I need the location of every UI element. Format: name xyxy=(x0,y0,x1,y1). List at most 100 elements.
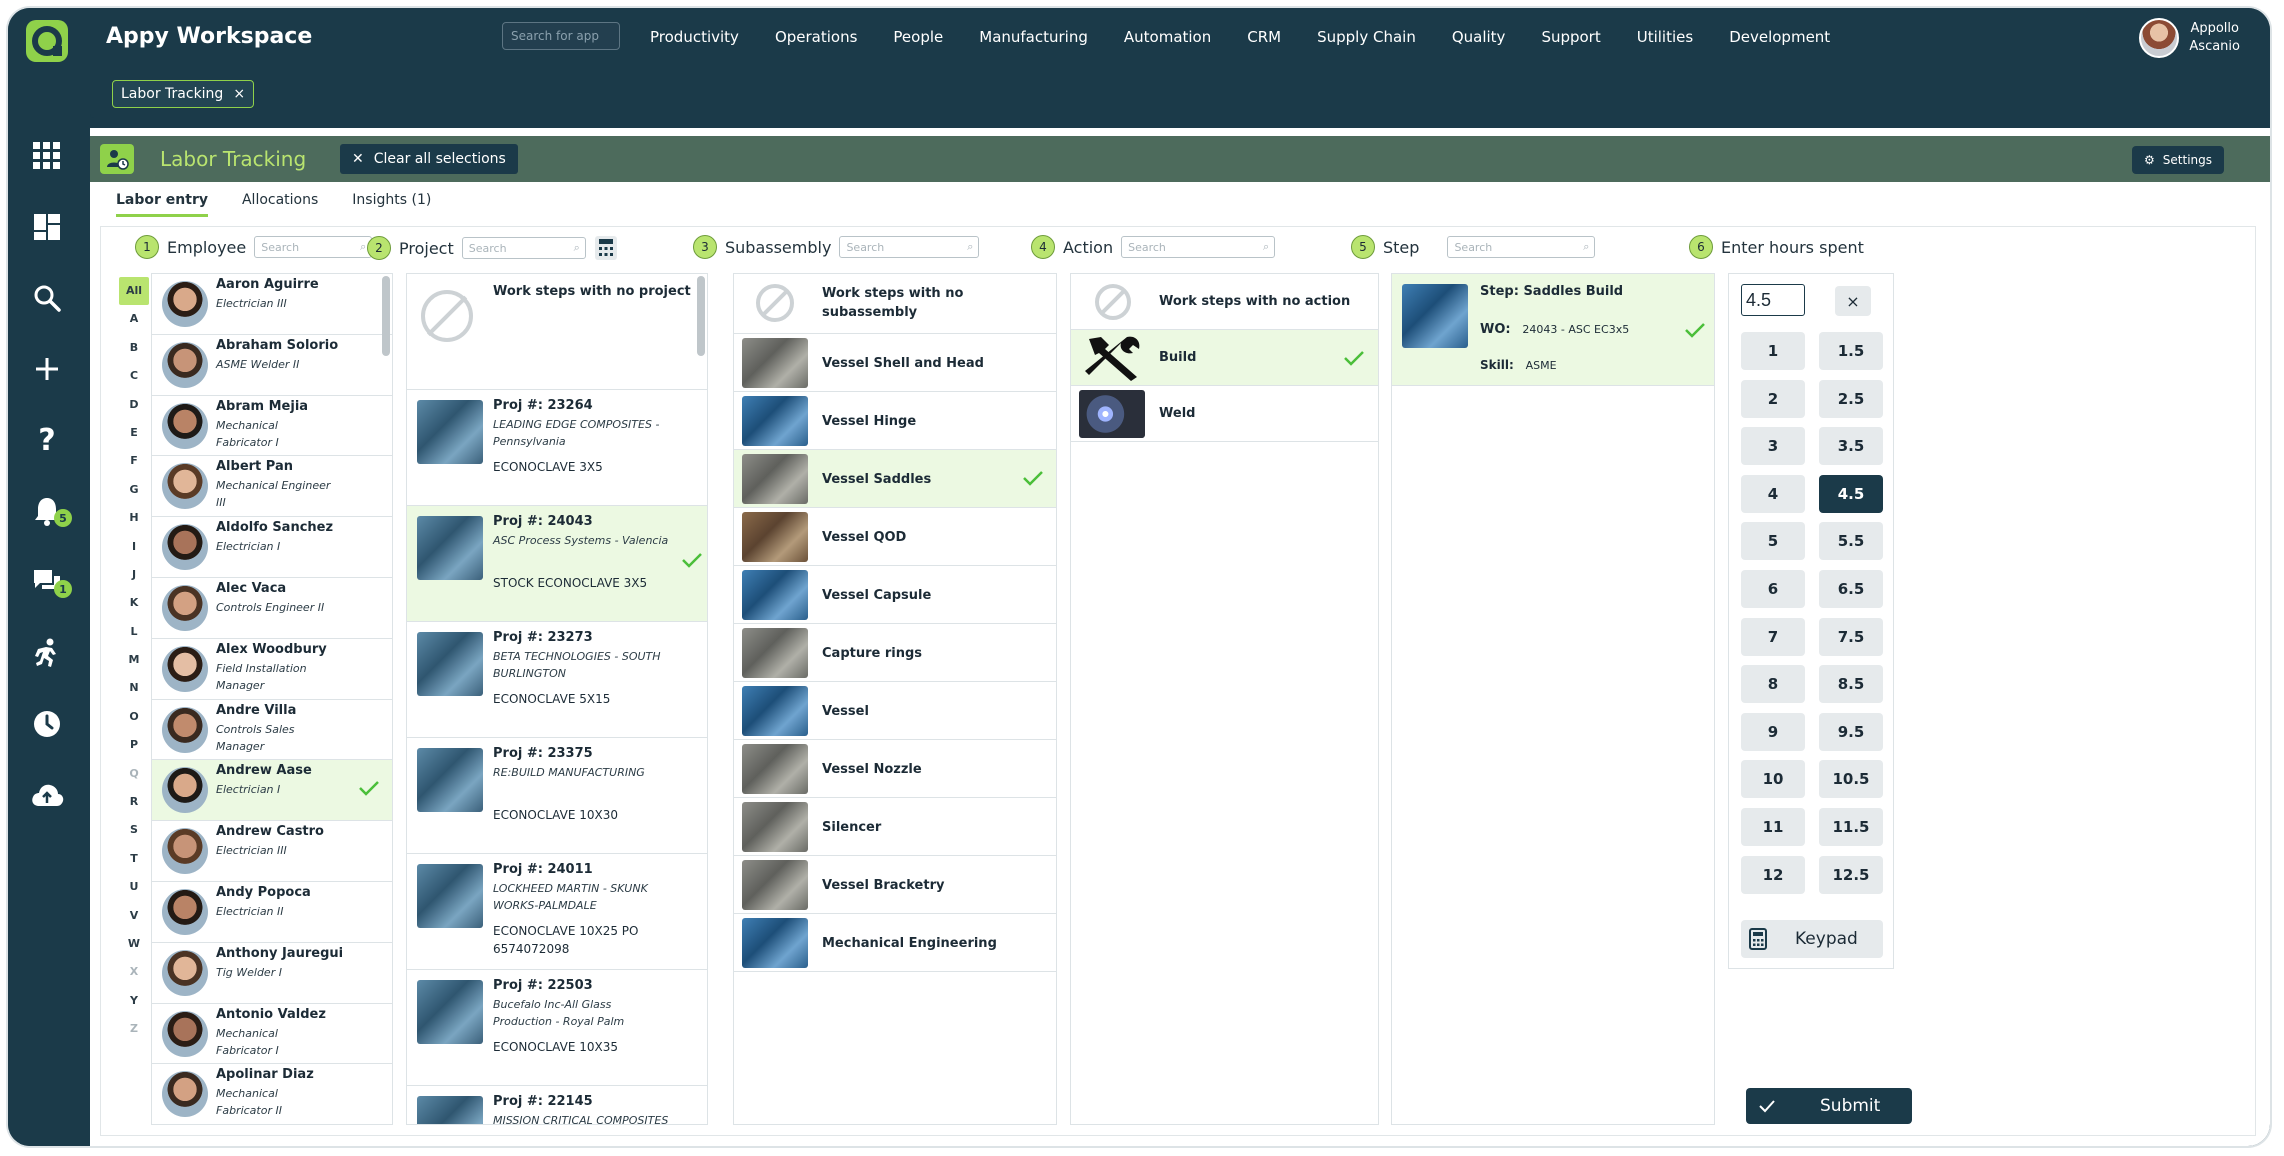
project-row[interactable]: Proj #: 23264 LEADING EDGE COMPOSITES - P… xyxy=(407,390,707,506)
app-search-input[interactable]: Search for app xyxy=(502,22,620,50)
alpha-filter-item[interactable]: N xyxy=(119,674,149,702)
search-icon[interactable] xyxy=(8,272,86,324)
alpha-filter-item[interactable]: I xyxy=(119,533,149,561)
hour-key[interactable]: 3 xyxy=(1741,427,1805,466)
alpha-filter-item[interactable]: H xyxy=(119,504,149,532)
subassembly-search-input[interactable]: Search ⌕ xyxy=(839,236,980,258)
hour-key[interactable]: 1.5 xyxy=(1819,332,1883,370)
nav-manufacturing[interactable]: Manufacturing xyxy=(979,28,1088,46)
subassembly-row[interactable]: Vessel xyxy=(734,682,1056,740)
alpha-filter-item[interactable]: Y xyxy=(119,987,149,1015)
alpha-filter-item[interactable]: F xyxy=(119,447,149,475)
scrollbar[interactable] xyxy=(382,276,390,356)
alpha-filter-item[interactable]: B xyxy=(119,334,149,362)
alpha-filter-item[interactable]: T xyxy=(119,845,149,873)
nav-crm[interactable]: CRM xyxy=(1247,28,1281,46)
project-row[interactable]: Proj #: 24011 LOCKHEED MARTIN - SKUNK WOR… xyxy=(407,854,707,970)
subassembly-row[interactable]: Vessel Shell and Head xyxy=(734,334,1056,392)
project-row[interactable]: Proj #: 22145 MISSION CRITICAL COMPOSITES xyxy=(407,1086,707,1124)
employee-row[interactable]: Alex Woodbury Field Installation Manager xyxy=(152,639,392,700)
appy-logo[interactable] xyxy=(26,20,68,62)
employee-row[interactable]: Andre Villa Controls Sales Manager xyxy=(152,700,392,761)
user-menu[interactable]: Appollo Ascanio xyxy=(2139,18,2240,58)
nav-quality[interactable]: Quality xyxy=(1452,28,1506,46)
hour-key[interactable]: 3.5 xyxy=(1819,427,1883,466)
hour-key[interactable]: 11.5 xyxy=(1819,808,1883,846)
project-row[interactable]: Proj #: 22503 Bucefalo Inc-All Glass Prod… xyxy=(407,970,707,1086)
employee-row[interactable]: Antonio Valdez Mechanical Fabricator I xyxy=(152,1004,392,1065)
clock-icon[interactable] xyxy=(8,698,86,750)
chat-icon[interactable]: 1 xyxy=(8,556,86,608)
employee-row[interactable]: Abraham Solorio ASME Welder II xyxy=(152,335,392,396)
alpha-filter-item[interactable]: Z xyxy=(119,1015,149,1043)
tab-insights[interactable]: Insights (1) xyxy=(352,192,431,217)
nav-productivity[interactable]: Productivity xyxy=(650,28,739,46)
project-search-input[interactable]: Search ⌕ xyxy=(461,237,586,259)
hour-key[interactable]: 5 xyxy=(1741,522,1805,561)
alpha-filter-item[interactable]: G xyxy=(119,476,149,504)
settings-button[interactable]: ⚙ Settings xyxy=(2132,146,2224,174)
hour-key[interactable]: 11 xyxy=(1741,808,1805,846)
hour-key[interactable]: 7.5 xyxy=(1819,617,1883,656)
step-search-input[interactable]: Search ⌕ xyxy=(1447,236,1596,258)
employee-row[interactable]: Andrew Aase Electrician I xyxy=(152,760,392,822)
alpha-filter-item[interactable]: A xyxy=(119,305,149,333)
alpha-filter-item[interactable]: L xyxy=(119,618,149,646)
hour-key[interactable]: 8.5 xyxy=(1819,665,1883,704)
tab-allocations[interactable]: Allocations xyxy=(242,192,318,217)
hour-key[interactable]: 4 xyxy=(1741,474,1805,513)
action-row[interactable]: Weld xyxy=(1071,386,1378,442)
runner-icon[interactable] xyxy=(8,627,86,679)
alpha-filter-item[interactable]: O xyxy=(119,703,149,731)
scrollbar[interactable] xyxy=(697,276,705,356)
alpha-filter-item[interactable]: J xyxy=(119,561,149,589)
employee-row[interactable]: Andy Popoca Electrician II xyxy=(152,882,392,943)
employee-row[interactable]: Albert Pan Mechanical Engineer III xyxy=(152,456,392,518)
open-app-tab[interactable]: Labor Tracking × xyxy=(112,80,255,108)
nav-utilities[interactable]: Utilities xyxy=(1637,28,1693,46)
step-card[interactable]: Step: Saddles Build WO: 24043 - ASC EC3x… xyxy=(1392,274,1714,386)
alpha-filter-item[interactable]: K xyxy=(119,589,149,617)
help-icon[interactable]: ? xyxy=(8,414,86,466)
employee-row[interactable]: Alec Vaca Controls Engineer II xyxy=(152,578,392,639)
alpha-filter-item[interactable]: C xyxy=(119,362,149,390)
alpha-filter-item[interactable]: U xyxy=(119,873,149,901)
hour-key[interactable]: 10 xyxy=(1741,760,1805,799)
nav-people[interactable]: People xyxy=(893,28,943,46)
hours-input[interactable] xyxy=(1741,284,1805,316)
alpha-filter-item[interactable]: V xyxy=(119,902,149,930)
hour-key[interactable]: 10.5 xyxy=(1819,760,1883,799)
nav-supply-chain[interactable]: Supply Chain xyxy=(1317,28,1416,46)
subassembly-row[interactable]: Silencer xyxy=(734,798,1056,856)
apps-grid-icon[interactable] xyxy=(8,130,86,182)
nav-support[interactable]: Support xyxy=(1541,28,1600,46)
hour-key[interactable]: 12 xyxy=(1741,855,1805,894)
hour-key[interactable]: 9.5 xyxy=(1819,712,1883,751)
hour-key[interactable]: 8 xyxy=(1741,665,1805,704)
subassembly-row[interactable]: Capture rings xyxy=(734,624,1056,682)
subassembly-row[interactable]: Vessel Nozzle xyxy=(734,740,1056,798)
hour-key[interactable]: 2.5 xyxy=(1819,379,1883,418)
clear-all-button[interactable]: ✕ Clear all selections xyxy=(340,144,518,174)
nav-operations[interactable]: Operations xyxy=(775,28,857,46)
alpha-filter-item[interactable]: All xyxy=(119,277,149,306)
action-none-row[interactable]: Work steps with no action xyxy=(1071,274,1378,330)
hour-key[interactable]: 6.5 xyxy=(1819,570,1883,608)
employee-row[interactable]: Andrew Castro Electrician III xyxy=(152,821,392,882)
alpha-filter-item[interactable]: M xyxy=(119,646,149,674)
hour-key[interactable]: 9 xyxy=(1741,712,1805,751)
alpha-filter-item[interactable]: D xyxy=(119,391,149,419)
employee-row[interactable]: Aaron Aguirre Electrician III xyxy=(152,274,392,335)
bell-icon[interactable]: 5 xyxy=(8,485,86,537)
clear-hours-button[interactable]: × xyxy=(1835,286,1871,316)
hour-key[interactable]: 7 xyxy=(1741,617,1805,656)
alpha-filter-item[interactable]: W xyxy=(119,930,149,958)
project-none-row[interactable]: Work steps with no project xyxy=(407,274,707,390)
nav-automation[interactable]: Automation xyxy=(1124,28,1211,46)
dashboard-icon[interactable] xyxy=(8,201,86,253)
keypad-button[interactable]: Keypad xyxy=(1741,920,1883,958)
plus-icon[interactable] xyxy=(8,343,86,395)
subassembly-row[interactable]: Mechanical Engineering xyxy=(734,914,1056,972)
alpha-filter-item[interactable]: Q xyxy=(119,760,149,788)
hour-key[interactable]: 12.5 xyxy=(1819,855,1883,894)
